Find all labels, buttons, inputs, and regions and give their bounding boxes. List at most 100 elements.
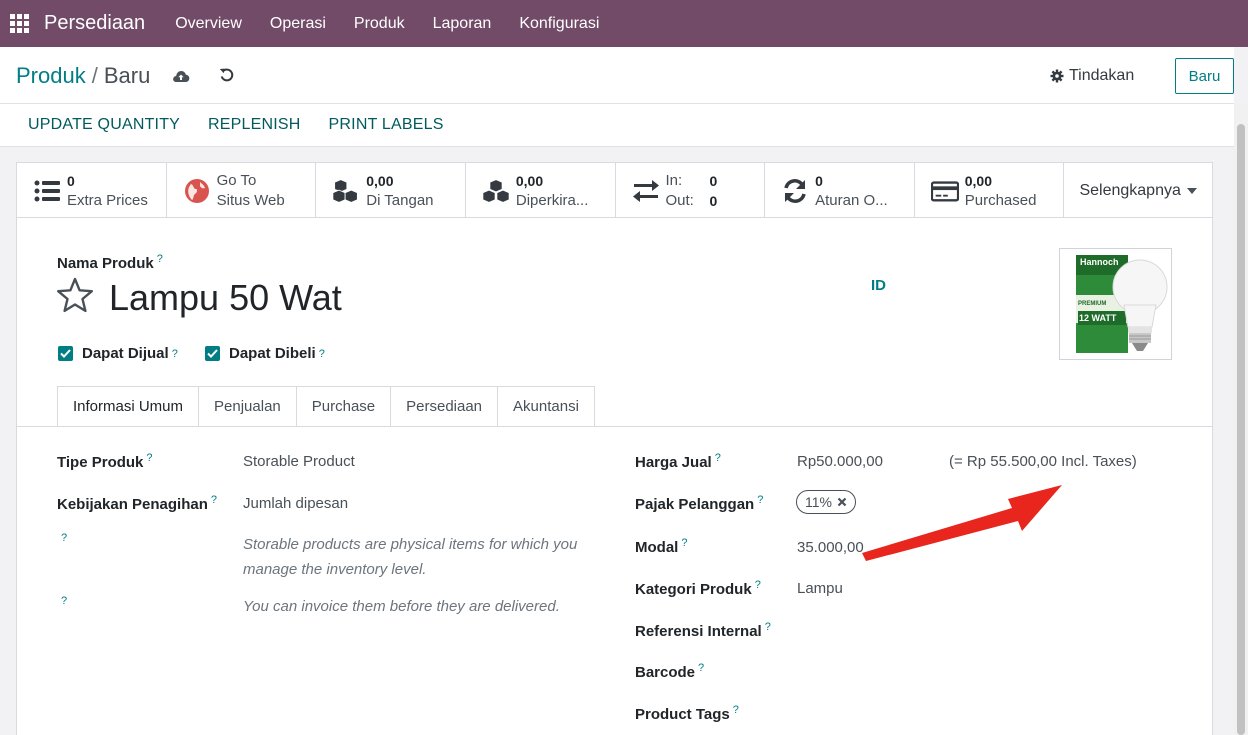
can-sell-checkbox[interactable]: Dapat Dijual?	[58, 345, 178, 362]
help-tooltip[interactable]: ?	[319, 348, 325, 360]
breadcrumb-current: Baru	[103, 63, 151, 88]
stat-purchased[interactable]: 0,00 Purchased	[915, 163, 1065, 218]
menu-operasi[interactable]: Operasi	[256, 15, 340, 33]
product-name-field[interactable]: Lampu 50 Wat	[109, 277, 342, 319]
menu-overview[interactable]: Overview	[161, 15, 256, 33]
tax-tag-label: 11%	[805, 494, 832, 510]
app-brand[interactable]: Persediaan	[44, 12, 145, 35]
caret-down-icon	[1186, 187, 1197, 194]
vertical-scrollbar[interactable]	[1234, 104, 1248, 735]
stat-label: Aturan O...	[815, 191, 888, 209]
bulb-product-photo: Hannoch PREMIUM 12 WATT	[1076, 255, 1168, 353]
new-button[interactable]: Baru	[1175, 58, 1234, 94]
control-panel: Produk / Baru Tindakan Baru	[0, 47, 1234, 104]
tax-tag[interactable]: 11%	[796, 490, 856, 514]
check-icon	[60, 349, 71, 358]
language-button[interactable]: ID	[871, 277, 886, 294]
close-icon[interactable]	[837, 497, 847, 507]
stat-label: Situs Web	[216, 191, 285, 209]
help-tooltip[interactable]: ?	[698, 662, 704, 674]
cubes-icon	[482, 178, 510, 203]
stat-forecast[interactable]: 0,00 Diperkira...	[466, 163, 616, 218]
product-category-label: Kategori Produk?	[635, 579, 761, 598]
help-tooltip[interactable]: ?	[765, 621, 771, 633]
stat-value: 0,00	[964, 172, 992, 189]
stat-extra-prices[interactable]: 0 Extra Prices	[17, 163, 167, 218]
stat-label: Purchased	[964, 191, 1037, 209]
scrollbar-thumb[interactable]	[1237, 124, 1245, 735]
help-tooltip[interactable]: ?	[211, 494, 217, 506]
stat-value: 0	[815, 172, 823, 189]
tab-informasi-umum[interactable]: Informasi Umum	[57, 386, 200, 427]
help-tooltip[interactable]: ?	[61, 532, 67, 544]
print-labels-button[interactable]: PRINT LABELS	[315, 116, 458, 134]
replenish-button[interactable]: REPLENISH	[194, 116, 315, 134]
product-type-label: Tipe Produk?	[57, 452, 153, 471]
refresh-icon	[784, 178, 806, 203]
help-tooltip[interactable]: ?	[757, 494, 763, 506]
stat-website[interactable]: Go To Situs Web	[167, 163, 317, 218]
out-value: 0	[709, 192, 718, 209]
undo-icon[interactable]	[219, 67, 235, 83]
stat-label: Extra Prices	[67, 191, 148, 209]
price-incl-taxes: (= Rp 55.500,00 Incl. Taxes)	[949, 453, 1137, 470]
apps-grid-icon[interactable]	[10, 14, 30, 34]
product-type-field[interactable]: Storable Product	[243, 453, 355, 470]
more-label: Selengkapnya	[1079, 181, 1181, 199]
label-text: Harga Jual	[635, 454, 712, 471]
breadcrumb-separator: /	[91, 63, 98, 88]
label-text: Product Tags	[635, 706, 730, 723]
more-dropdown[interactable]: Selengkapnya	[1064, 163, 1212, 218]
cloud-upload-icon[interactable]	[172, 68, 190, 84]
help-tooltip[interactable]: ?	[681, 537, 687, 549]
stat-label: Di Tangan	[366, 191, 434, 209]
help-tooltip[interactable]: ?	[733, 704, 739, 716]
cost-field[interactable]: 35.000,00	[797, 539, 864, 556]
gear-icon	[1050, 69, 1064, 83]
tab-penjualan[interactable]: Penjualan	[199, 386, 297, 427]
stat-on-hand[interactable]: 0,00 Di Tangan	[316, 163, 466, 218]
stat-in-out[interactable]: In: 0 Out: 0	[616, 163, 766, 218]
menu-laporan[interactable]: Laporan	[419, 15, 506, 33]
form-action-bar: UPDATE QUANTITY REPLENISH PRINT LABELS	[0, 104, 1234, 147]
can-buy-label: Dapat Dibeli	[229, 345, 316, 362]
label-text: Barcode	[635, 664, 696, 681]
help-tooltip[interactable]: ?	[157, 253, 163, 265]
invoice-policy-field[interactable]: Jumlah dipesan	[243, 495, 348, 512]
can-buy-checkbox[interactable]: Dapat Dibeli?	[205, 345, 325, 362]
out-label: Out:	[665, 191, 694, 209]
sales-price-label: Harga Jual?	[635, 452, 721, 471]
help-tooltip[interactable]: ?	[755, 579, 761, 591]
stat-value: 0,00	[366, 172, 394, 189]
actions-menu[interactable]: Tindakan	[1050, 67, 1134, 85]
menu-konfigurasi[interactable]: Konfigurasi	[505, 15, 613, 33]
annotation-arrow-icon	[862, 485, 1062, 561]
internal-reference-label: Referensi Internal?	[635, 621, 771, 640]
menu-produk[interactable]: Produk	[340, 15, 419, 33]
stat-reorder-rules[interactable]: 0 Aturan O...	[765, 163, 915, 218]
help-tooltip[interactable]: ?	[61, 595, 67, 607]
notebook-tabs: Informasi Umum Penjualan Purchase Persed…	[57, 386, 595, 427]
in-value: 0	[709, 172, 718, 189]
checkbox-checked[interactable]	[205, 346, 220, 361]
help-tooltip[interactable]: ?	[146, 452, 152, 464]
name-label-text: Nama Produk	[57, 255, 154, 272]
tab-purchase[interactable]: Purchase	[296, 386, 392, 427]
tab-persediaan[interactable]: Persediaan	[391, 386, 499, 427]
checkbox-checked[interactable]	[58, 346, 73, 361]
label-text: Tipe Produk	[57, 454, 144, 471]
product-image[interactable]: Hannoch PREMIUM 12 WATT	[1059, 248, 1172, 360]
product-category-field[interactable]: Lampu	[797, 580, 843, 597]
top-navbar: Persediaan Overview Operasi Produk Lapor…	[0, 0, 1248, 47]
tab-akuntansi[interactable]: Akuntansi	[498, 386, 595, 427]
name-label: Nama Produk?	[57, 253, 163, 272]
update-quantity-button[interactable]: UPDATE QUANTITY	[14, 116, 194, 134]
cubes-icon	[332, 178, 359, 203]
stat-value: 0	[67, 172, 75, 189]
help-tooltip[interactable]: ?	[172, 348, 178, 360]
star-icon[interactable]	[56, 277, 94, 313]
help-tooltip[interactable]: ?	[715, 452, 721, 464]
image-brand-text: Hannoch	[1080, 257, 1119, 267]
breadcrumb-parent[interactable]: Produk	[16, 63, 86, 88]
sales-price-field[interactable]: Rp50.000,00	[797, 453, 883, 470]
